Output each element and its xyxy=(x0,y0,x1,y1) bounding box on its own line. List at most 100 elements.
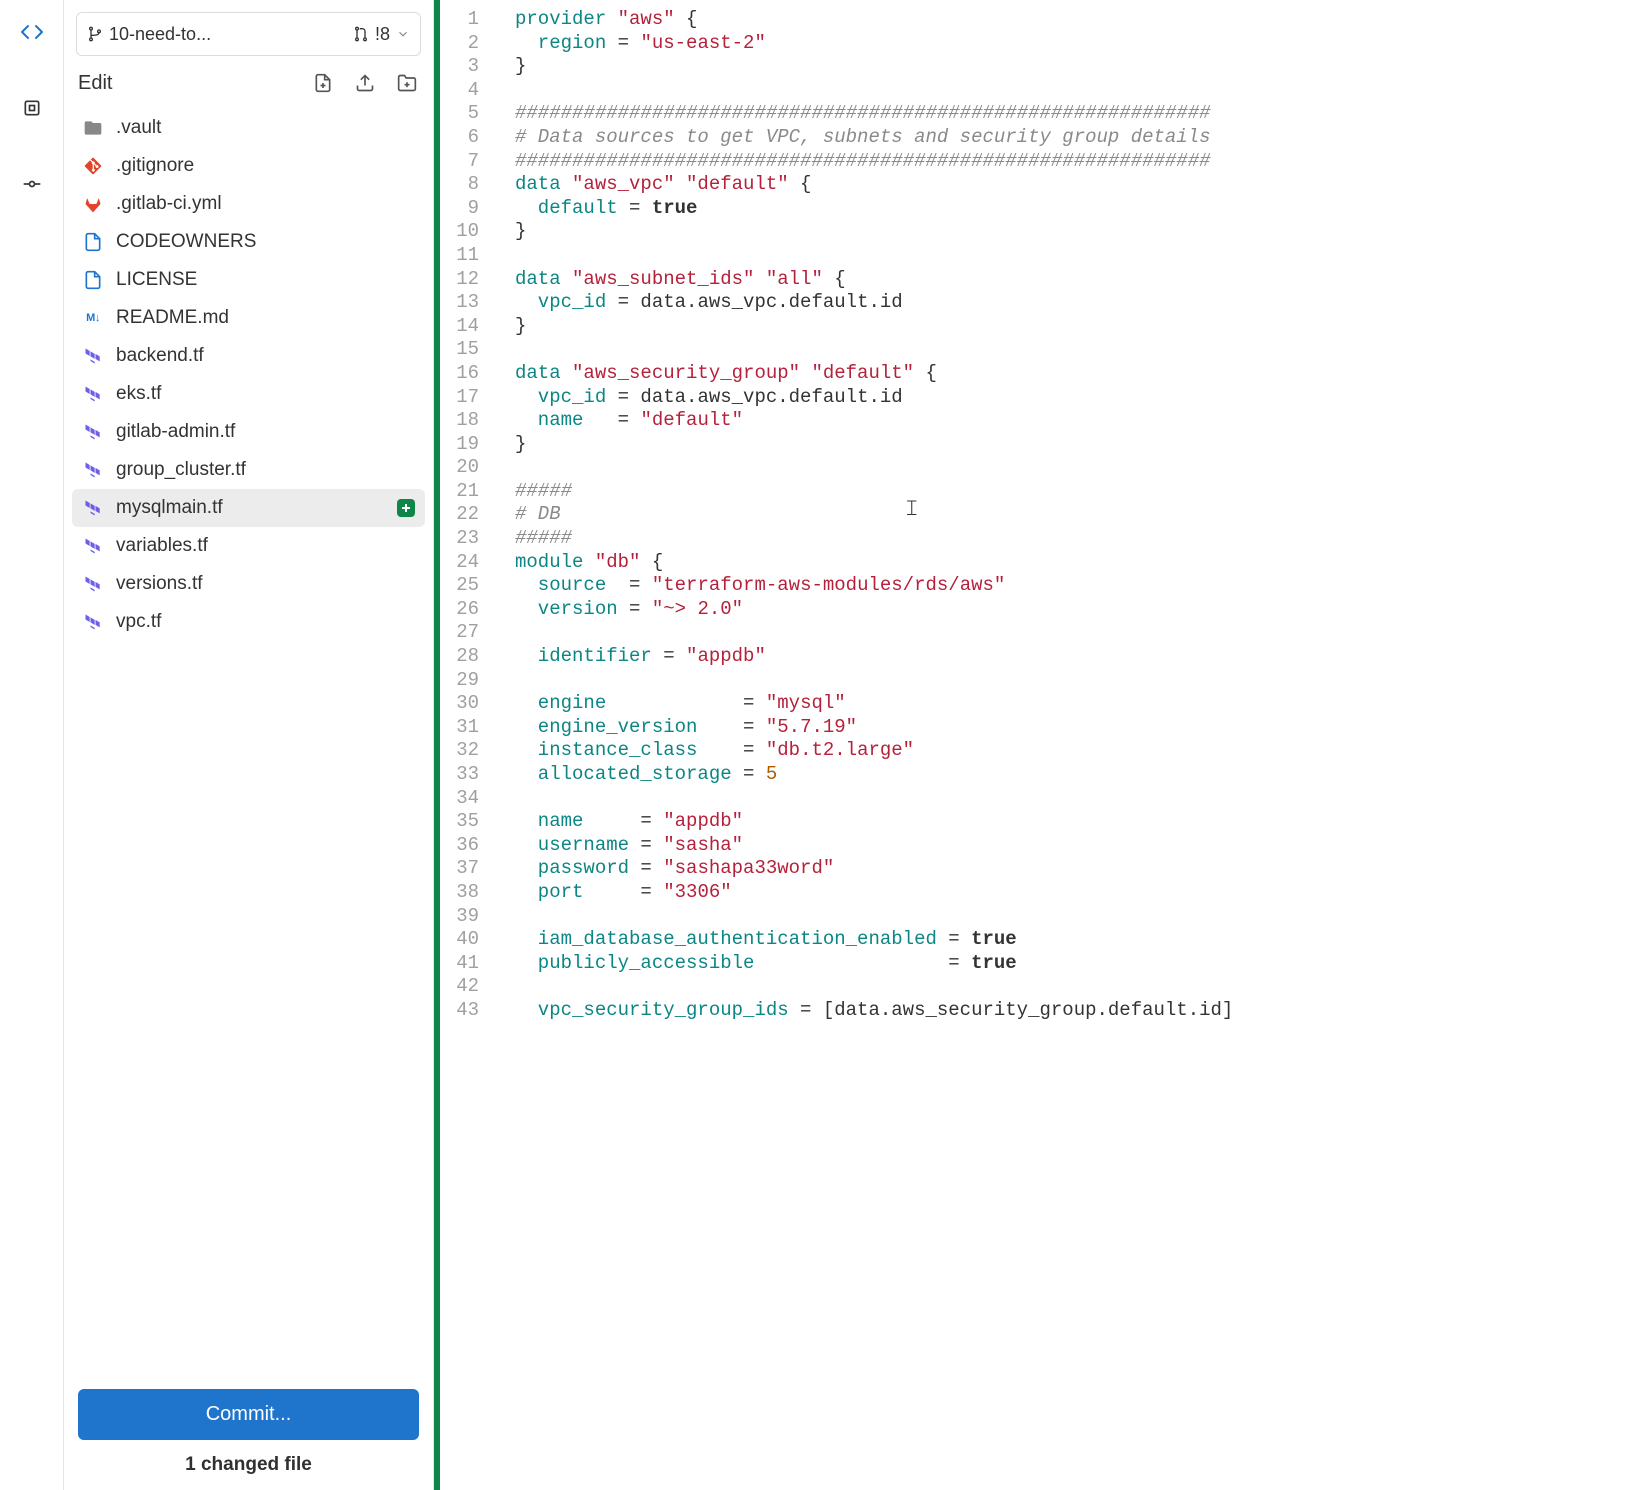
code-line[interactable]: publicly_accessible = true xyxy=(515,952,1233,976)
code-line[interactable]: version = "~> 2.0" xyxy=(515,598,1233,622)
file-item-license[interactable]: LICENSE xyxy=(72,261,425,299)
code-line[interactable]: ########################################… xyxy=(515,102,1233,126)
code-line[interactable]: } xyxy=(515,220,1233,244)
code-line[interactable]: ##### xyxy=(515,480,1233,504)
tf-icon xyxy=(82,383,104,405)
code-editor[interactable]: 1234567891011121314151617181920212223242… xyxy=(434,0,1634,1490)
code-line[interactable]: } xyxy=(515,315,1233,339)
branch-icon xyxy=(87,26,103,42)
commit-button[interactable]: Commit... xyxy=(78,1389,419,1440)
tf-icon xyxy=(82,611,104,633)
code-line[interactable]: ########################################… xyxy=(515,150,1233,174)
file-name: variables.tf xyxy=(116,535,208,557)
code-line[interactable]: name = "appdb" xyxy=(515,810,1233,834)
tf-icon xyxy=(82,459,104,481)
code-line[interactable]: region = "us-east-2" xyxy=(515,32,1233,56)
file-item-codeowners[interactable]: CODEOWNERS xyxy=(72,223,425,261)
code-line[interactable] xyxy=(515,905,1233,929)
review-icon[interactable] xyxy=(18,94,46,122)
line-number: 31 xyxy=(440,716,479,740)
code-line[interactable]: # DB xyxy=(515,503,1233,527)
file-item-mysqlmain-tf[interactable]: mysqlmain.tf xyxy=(72,489,425,527)
new-folder-icon[interactable] xyxy=(397,73,419,95)
line-number: 13 xyxy=(440,291,479,315)
file-tree: .vault .gitignore .gitlab-ci.yml CODEOWNERS… xyxy=(64,105,433,1375)
code-line[interactable] xyxy=(515,79,1233,103)
file-name: .gitlab-ci.yml xyxy=(116,193,222,215)
line-number: 7 xyxy=(440,150,479,174)
line-number: 4 xyxy=(440,79,479,103)
file-name: group_cluster.tf xyxy=(116,459,246,481)
code-icon[interactable] xyxy=(18,18,46,46)
changed-files-label: 1 changed file xyxy=(78,1454,419,1476)
line-number: 42 xyxy=(440,975,479,999)
file-name: gitlab-admin.tf xyxy=(116,421,235,443)
file-name: vpc.tf xyxy=(116,611,161,633)
code-line[interactable]: } xyxy=(515,433,1233,457)
panel-title: Edit xyxy=(78,72,313,95)
code-line[interactable]: data "aws_security_group" "default" { xyxy=(515,362,1233,386)
file-item--gitignore[interactable]: .gitignore xyxy=(72,147,425,185)
code-line[interactable]: iam_database_authentication_enabled = tr… xyxy=(515,928,1233,952)
new-file-icon[interactable] xyxy=(313,73,335,95)
code-line[interactable]: password = "sashapa33word" xyxy=(515,857,1233,881)
line-number: 37 xyxy=(440,857,479,881)
code-line[interactable]: instance_class = "db.t2.large" xyxy=(515,739,1233,763)
line-number: 12 xyxy=(440,268,479,292)
code-line[interactable] xyxy=(515,244,1233,268)
file-item-backend-tf[interactable]: backend.tf xyxy=(72,337,425,375)
file-item-vpc-tf[interactable]: vpc.tf xyxy=(72,603,425,641)
code-line[interactable] xyxy=(515,787,1233,811)
code-line[interactable]: source = "terraform-aws-modules/rds/aws" xyxy=(515,574,1233,598)
folder-icon xyxy=(82,117,104,139)
file-name: .gitignore xyxy=(116,155,194,177)
upload-file-icon[interactable] xyxy=(355,73,377,95)
code-line[interactable] xyxy=(515,975,1233,999)
code-line[interactable]: default = true xyxy=(515,197,1233,221)
code-line[interactable] xyxy=(515,621,1233,645)
file-item-group-cluster-tf[interactable]: group_cluster.tf xyxy=(72,451,425,489)
file-item-versions-tf[interactable]: versions.tf xyxy=(72,565,425,603)
code-line[interactable]: data "aws_subnet_ids" "all" { xyxy=(515,268,1233,292)
code-line[interactable]: data "aws_vpc" "default" { xyxy=(515,173,1233,197)
line-number: 35 xyxy=(440,810,479,834)
code-line[interactable]: identifier = "appdb" xyxy=(515,645,1233,669)
code-line[interactable] xyxy=(515,669,1233,693)
file-item--gitlab-ci-yml[interactable]: .gitlab-ci.yml xyxy=(72,185,425,223)
code-line[interactable]: } xyxy=(515,55,1233,79)
code-line[interactable]: module "db" { xyxy=(515,551,1233,575)
file-item-readme-md[interactable]: M↓README.md xyxy=(72,299,425,337)
line-number: 5 xyxy=(440,102,479,126)
file-item-gitlab-admin-tf[interactable]: gitlab-admin.tf xyxy=(72,413,425,451)
line-number: 8 xyxy=(440,173,479,197)
file-name: CODEOWNERS xyxy=(116,231,256,253)
line-number: 34 xyxy=(440,787,479,811)
code-line[interactable] xyxy=(515,338,1233,362)
commit-graph-icon[interactable] xyxy=(18,170,46,198)
file-item-eks-tf[interactable]: eks.tf xyxy=(72,375,425,413)
merge-request-icon xyxy=(353,26,369,42)
branch-selector[interactable]: 10-need-to... !8 xyxy=(76,12,421,56)
code-line[interactable] xyxy=(515,456,1233,480)
code-line[interactable]: vpc_id = data.aws_vpc.default.id xyxy=(515,386,1233,410)
code-line[interactable]: vpc_id = data.aws_vpc.default.id xyxy=(515,291,1233,315)
code-line[interactable]: name = "default" xyxy=(515,409,1233,433)
file-item-variables-tf[interactable]: variables.tf xyxy=(72,527,425,565)
code-line[interactable]: allocated_storage = 5 xyxy=(515,763,1233,787)
code-line[interactable]: engine = "mysql" xyxy=(515,692,1233,716)
sidebar: 10-need-to... !8 Edit xyxy=(64,0,434,1490)
line-number: 20 xyxy=(440,456,479,480)
code-line[interactable]: vpc_security_group_ids = [data.aws_secur… xyxy=(515,999,1233,1023)
file-name: versions.tf xyxy=(116,573,203,595)
code-line[interactable]: # Data sources to get VPC, subnets and s… xyxy=(515,126,1233,150)
code-line[interactable]: provider "aws" { xyxy=(515,8,1233,32)
code-line[interactable]: port = "3306" xyxy=(515,881,1233,905)
code-line[interactable]: engine_version = "5.7.19" xyxy=(515,716,1233,740)
code-line[interactable]: username = "sasha" xyxy=(515,834,1233,858)
line-number: 17 xyxy=(440,386,479,410)
code-content[interactable]: provider "aws" { region = "us-east-2"} #… xyxy=(495,0,1233,1490)
file-name: README.md xyxy=(116,307,229,329)
file-icon xyxy=(82,231,104,253)
file-item--vault[interactable]: .vault xyxy=(72,109,425,147)
code-line[interactable]: ##### xyxy=(515,527,1233,551)
